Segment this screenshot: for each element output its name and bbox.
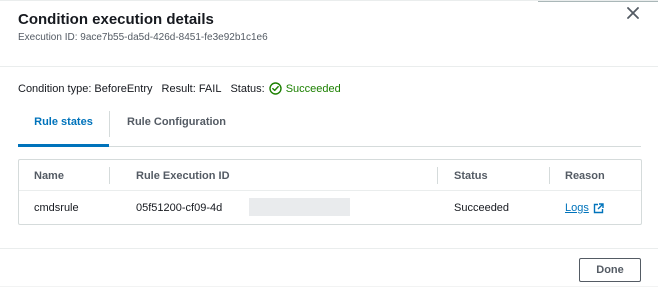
table-row: cmdsrule 05f51200-cf09-4d Succeeded Logs — [19, 191, 641, 224]
modal-title: Condition execution details — [18, 11, 214, 28]
condition-summary: Condition type: BeforeEntry Result: FAIL… — [18, 82, 341, 95]
close-button[interactable] — [622, 5, 644, 23]
status-label: Status: — [230, 82, 265, 95]
column-header-rule-execution-id: Rule Execution ID — [136, 170, 230, 182]
done-button[interactable]: Done — [579, 258, 641, 282]
modal-footer: Done — [0, 248, 658, 287]
column-divider — [109, 167, 110, 184]
column-header-reason: Reason — [565, 170, 605, 182]
condition-type: Condition type: BeforeEntry — [18, 82, 153, 95]
redacted-block — [249, 198, 350, 216]
modal-header: Condition execution details Execution ID… — [0, 1, 658, 67]
column-divider — [437, 167, 438, 184]
table-header: Name Rule Execution ID Status Reason — [19, 160, 641, 191]
column-header-status: Status — [454, 170, 488, 182]
column-divider — [549, 167, 550, 184]
status-value: Succeeded — [285, 82, 341, 95]
execution-id: Execution ID: 9ace7b55-da5d-426d-8451-fe… — [18, 32, 268, 43]
reason-cell: Logs — [565, 202, 604, 214]
logs-link-label: Logs — [565, 202, 589, 214]
condition-execution-modal: Condition execution details Execution ID… — [0, 0, 658, 286]
tab-rule-states[interactable]: Rule states — [18, 105, 109, 147]
tab-bar: Rule states Rule Configuration — [18, 105, 641, 147]
close-icon — [627, 7, 639, 19]
tab-rule-configuration[interactable]: Rule Configuration — [110, 105, 243, 146]
rule-states-table: Name Rule Execution ID Status Reason cmd… — [18, 159, 642, 225]
rule-execution-id-cell: 05f51200-cf09-4d — [136, 202, 223, 214]
condition-result: Result: FAIL — [161, 82, 222, 95]
rule-name-cell: cmdsrule — [34, 202, 79, 214]
logs-link[interactable]: Logs — [565, 202, 604, 214]
external-link-icon — [593, 202, 604, 213]
check-circle-icon — [269, 82, 282, 95]
status-indicator: Succeeded — [269, 82, 341, 95]
rule-status-cell: Succeeded — [454, 202, 510, 214]
column-header-name: Name — [34, 170, 64, 182]
